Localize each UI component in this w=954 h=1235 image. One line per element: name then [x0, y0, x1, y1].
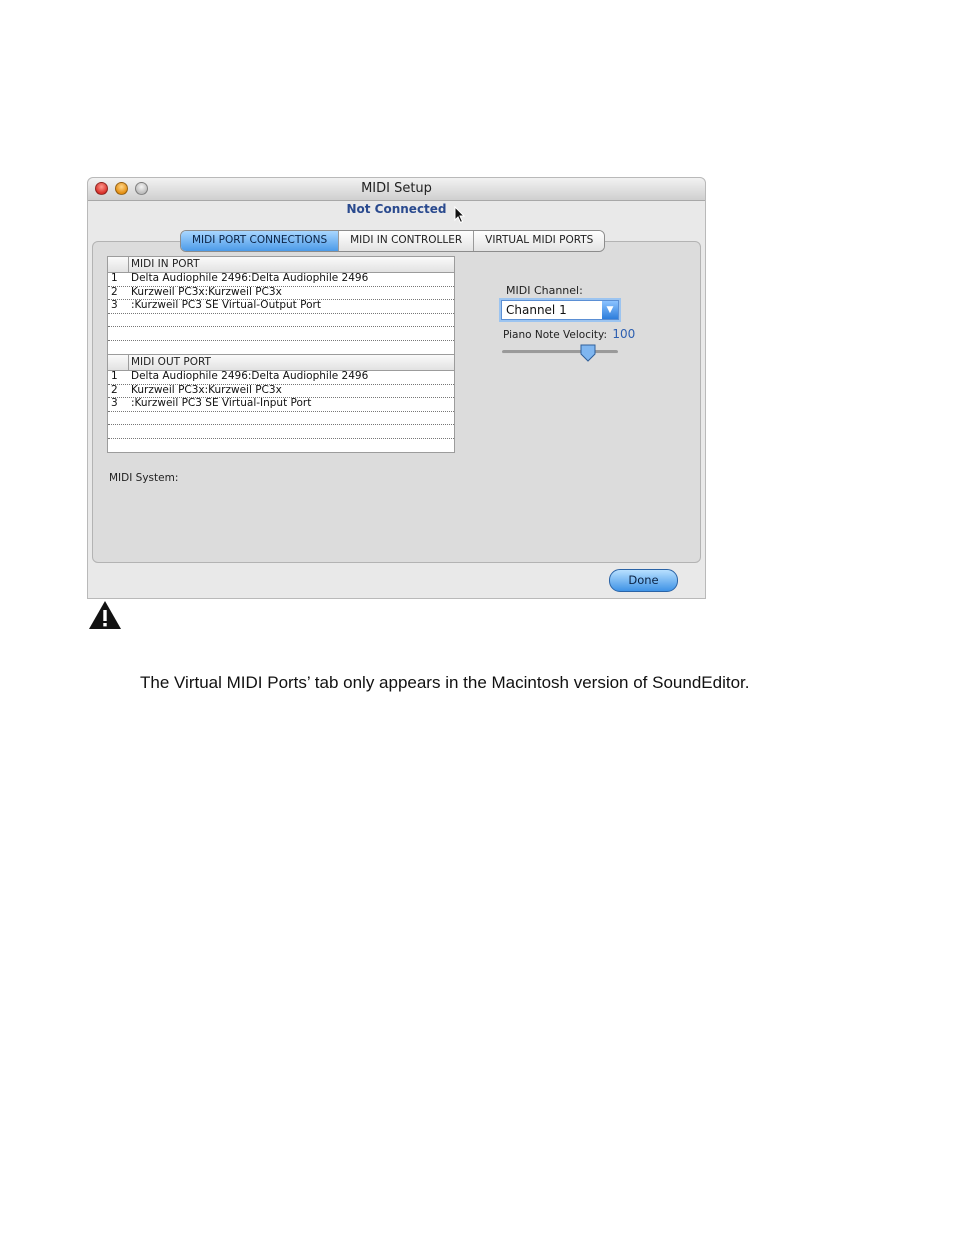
- midi-in-port-table[interactable]: MIDI IN PORT 1 Delta Audiophile 2496:Del…: [107, 256, 455, 355]
- note-text: The Virtual MIDI Ports’ tab only appears…: [140, 673, 750, 692]
- connection-status: Not Connected: [346, 202, 447, 216]
- midi-channel-select[interactable]: Channel 1 ▼: [501, 300, 619, 320]
- table-row[interactable]: 2 Kurzweil PC3x:Kurzweil PC3x: [108, 383, 454, 399]
- window-title: MIDI Setup: [361, 181, 432, 196]
- midi-out-header: MIDI OUT PORT: [108, 355, 454, 371]
- cursor-icon: [454, 206, 466, 224]
- table-row-empty[interactable]: [108, 327, 454, 341]
- table-row[interactable]: 2 Kurzweil PC3x:Kurzweil PC3x: [108, 285, 454, 301]
- warning-icon: [89, 601, 121, 629]
- midi-out-header-label: MIDI OUT PORT: [131, 356, 211, 368]
- number-column-header: [108, 257, 129, 272]
- port-name: Kurzweil PC3x:Kurzweil PC3x: [131, 285, 282, 298]
- velocity-label-row: Piano Note Velocity: 100: [503, 327, 635, 341]
- midi-in-header-label: MIDI IN PORT: [131, 258, 200, 270]
- title-bar[interactable]: MIDI Setup: [88, 178, 705, 201]
- velocity-value: 100: [612, 327, 636, 341]
- table-row[interactable]: 1 Delta Audiophile 2496:Delta Audiophile…: [108, 272, 454, 287]
- number-column-header: [108, 355, 129, 370]
- table-row[interactable]: 3 :Kurzweil PC3 SE Virtual-Output Port: [108, 299, 454, 314]
- row-number: 1: [111, 272, 118, 284]
- row-number: 2: [111, 285, 118, 298]
- port-name: Kurzweil PC3x:Kurzweil PC3x: [131, 383, 282, 396]
- table-row[interactable]: 3 :Kurzweil PC3 SE Virtual-Input Port: [108, 397, 454, 412]
- tab-midi-in-controller[interactable]: MIDI IN CONTROLLER: [339, 231, 475, 251]
- port-name: Delta Audiophile 2496:Delta Audiophile 2…: [131, 272, 369, 284]
- midi-system-label: MIDI System:: [109, 472, 179, 484]
- velocity-label: Piano Note Velocity:: [503, 329, 608, 341]
- row-number: 1: [111, 370, 118, 382]
- dropdown-arrow-icon[interactable]: ▼: [602, 301, 618, 319]
- row-number: 2: [111, 383, 118, 396]
- tab-content-panel: MIDI IN PORT 1 Delta Audiophile 2496:Del…: [92, 241, 701, 563]
- midi-out-port-table[interactable]: MIDI OUT PORT 1 Delta Audiophile 2496:De…: [107, 354, 455, 453]
- done-button[interactable]: Done: [609, 569, 678, 592]
- tab-virtual-midi-ports[interactable]: VIRTUAL MIDI PORTS: [474, 231, 605, 251]
- port-name: :Kurzweil PC3 SE Virtual-Input Port: [131, 397, 312, 410]
- table-row[interactable]: 1 Delta Audiophile 2496:Delta Audiophile…: [108, 370, 454, 385]
- midi-in-header: MIDI IN PORT: [108, 257, 454, 273]
- table-row-empty[interactable]: [108, 412, 454, 426]
- tab-bar: MIDI PORT CONNECTIONS MIDI IN CONTROLLER…: [180, 230, 606, 252]
- midi-setup-window: MIDI Setup Not Connected MIDI PORT CONNE…: [87, 177, 706, 599]
- table-row-empty[interactable]: [108, 314, 454, 328]
- tab-midi-port-connections[interactable]: MIDI PORT CONNECTIONS: [181, 231, 340, 251]
- row-number: 3: [111, 299, 118, 312]
- midi-channel-value: Channel 1: [506, 303, 567, 317]
- table-row-empty[interactable]: [108, 439, 454, 452]
- port-name: Delta Audiophile 2496:Delta Audiophile 2…: [131, 370, 369, 382]
- midi-channel-label: MIDI Channel:: [506, 284, 583, 297]
- port-name: :Kurzweil PC3 SE Virtual-Output Port: [131, 299, 321, 312]
- velocity-slider-track[interactable]: [502, 350, 618, 354]
- slider-thumb-icon[interactable]: [580, 344, 596, 362]
- table-row-empty[interactable]: [108, 425, 454, 439]
- table-row-empty[interactable]: [108, 341, 454, 354]
- row-number: 3: [111, 397, 118, 410]
